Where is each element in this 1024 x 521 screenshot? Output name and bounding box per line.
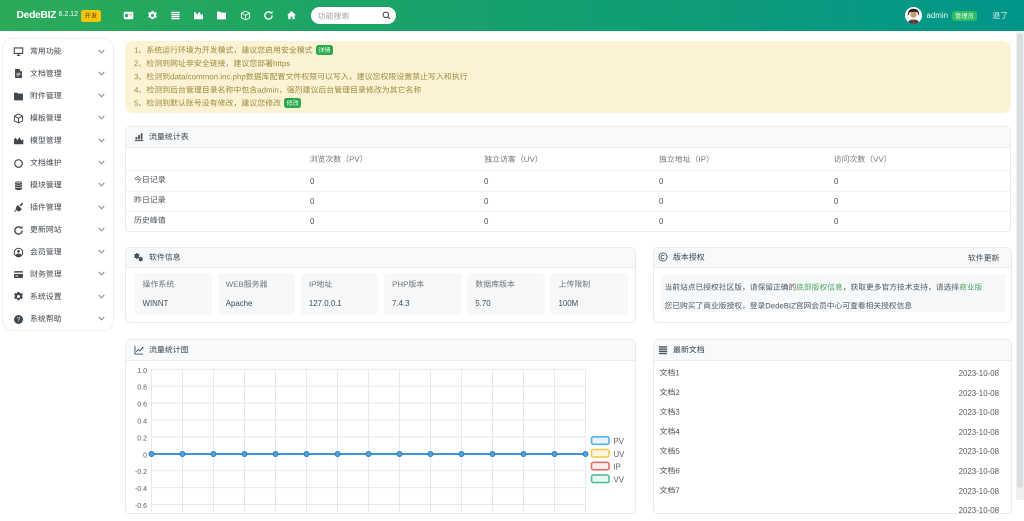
svg-text:-0.4: -0.4 xyxy=(135,486,147,493)
svg-text:1.0: 1.0 xyxy=(137,368,147,375)
svg-text:-0.2: -0.2 xyxy=(135,469,147,476)
svg-text:IP: IP xyxy=(614,463,621,472)
svg-text:VV: VV xyxy=(614,475,625,484)
svg-text:UV: UV xyxy=(614,450,626,459)
svg-text:0: 0 xyxy=(143,452,147,459)
svg-text:0.8: 0.8 xyxy=(137,385,147,392)
svg-text:?: ? xyxy=(17,316,21,323)
svg-text:PV: PV xyxy=(614,437,625,446)
svg-text:0.6: 0.6 xyxy=(137,402,147,409)
svg-text:0.2: 0.2 xyxy=(137,435,147,442)
svg-text:-0.6: -0.6 xyxy=(135,503,147,510)
svg-text:0.4: 0.4 xyxy=(137,419,147,426)
